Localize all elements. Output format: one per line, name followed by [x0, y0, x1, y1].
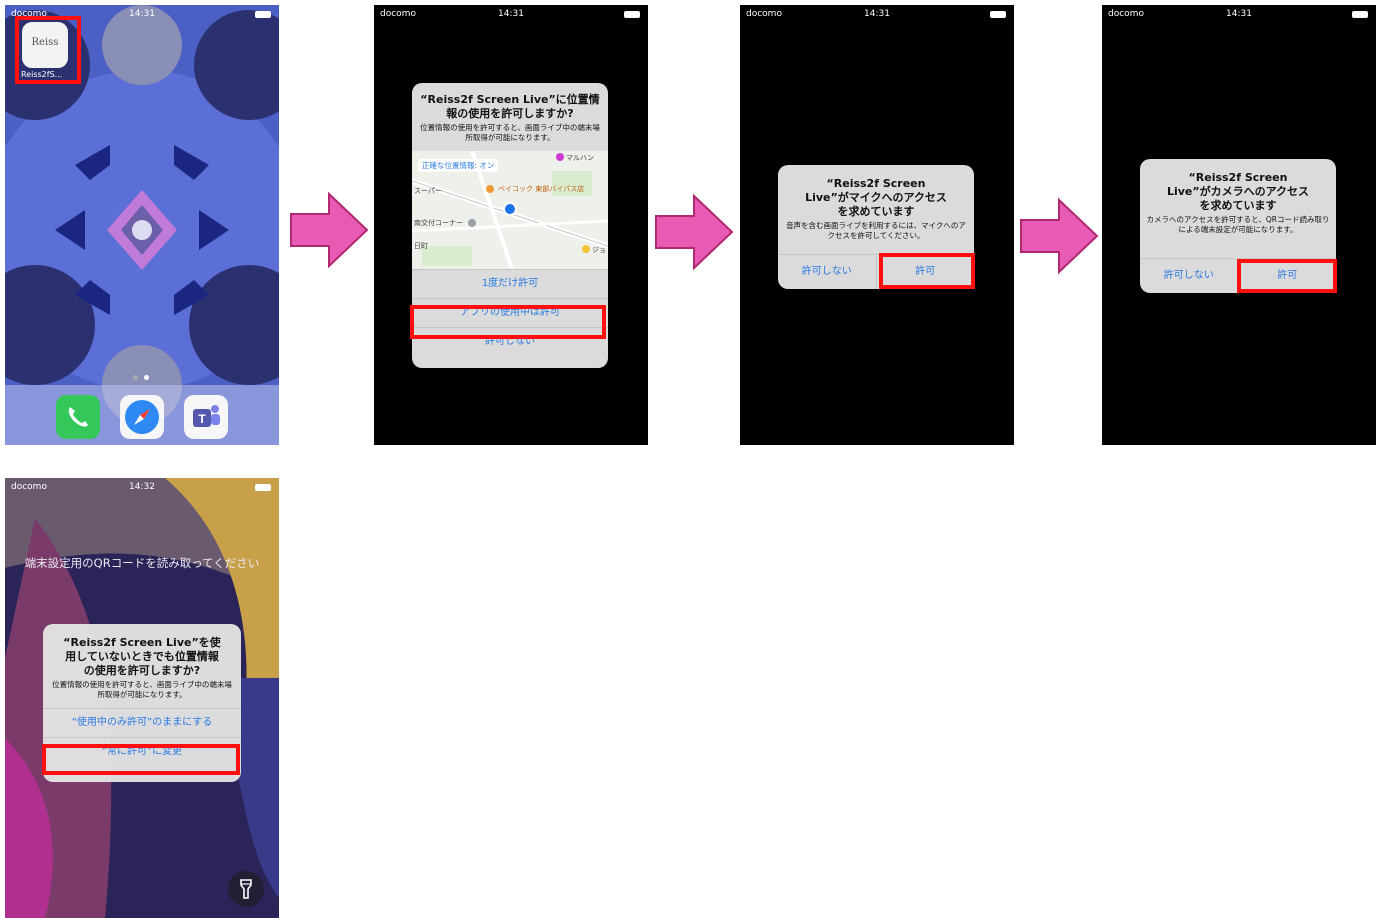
- battery-icon: [255, 11, 271, 18]
- battery-icon: [990, 11, 1006, 18]
- dont-allow-button[interactable]: 許可しない: [778, 255, 877, 289]
- status-bar: docomo 14:32: [5, 478, 279, 498]
- teams-icon[interactable]: T: [184, 395, 228, 439]
- location-map: 正確な位置情報: オン ベイコック 東部バイパス店 スーパー 南交付コーナー 日…: [412, 151, 608, 269]
- flashlight-button[interactable]: [228, 871, 264, 907]
- phone-location-permission: docomo 14:31 “Reiss2f Screen Live”に位置情報の…: [374, 5, 648, 445]
- status-bar: docomo 14:31: [1102, 5, 1376, 25]
- clock: 14:31: [864, 9, 890, 19]
- precise-location-label[interactable]: 正確な位置情報: オン: [418, 159, 499, 172]
- keep-while-using-button[interactable]: “使用中のみ許可”のままにする: [43, 708, 241, 737]
- dialog-message: カメラへのアクセスを許可すると、QRコード読み取りによる端末設定が可能になります…: [1146, 215, 1330, 234]
- highlight-always-allow: [42, 744, 240, 775]
- dialog-message: 位置情報の使用を許可すると、画面ライブ中の端末場所取得が可能になります。: [420, 123, 600, 142]
- highlight-allow-while-using: [410, 305, 606, 339]
- next-step-arrow: [1020, 197, 1099, 275]
- battery-icon: [624, 11, 640, 18]
- dialog-title: “Reiss2f Screen Live”を使用していないときでも位置情報の使用…: [63, 636, 221, 677]
- highlight-allow-mic: [879, 253, 975, 289]
- highlight-app-icon: [15, 16, 81, 84]
- clock: 14:31: [498, 9, 524, 19]
- allow-once-button[interactable]: 1度だけ許可: [412, 269, 608, 298]
- phone-home-screen: docomo 14:31 Reiss Reiss2fS... T: [5, 5, 279, 445]
- svg-text:T: T: [198, 412, 206, 426]
- phone-always-allow-location: docomo 14:32 端末設定用のQRコードを読み取ってください “Reis…: [5, 478, 279, 918]
- dont-allow-button[interactable]: 許可しない: [1140, 259, 1239, 293]
- phone-camera-permission: docomo 14:31 “Reiss2f Screen Live”がカメラへの…: [1102, 5, 1376, 445]
- dock: T: [5, 385, 279, 445]
- highlight-allow-camera: [1237, 259, 1337, 293]
- dialog-message: 音声を含む画面ライブを利用するには、マイクへのアクセスを許可してください。: [786, 221, 966, 240]
- dialog-title: “Reiss2f Screen Live”に位置情報の使用を許可しますか?: [420, 93, 600, 120]
- page-dots: [130, 375, 154, 381]
- status-bar: docomo 14:31: [374, 5, 648, 25]
- map-place-label: 日町: [414, 242, 428, 250]
- safari-icon[interactable]: [120, 395, 164, 439]
- clock: 14:32: [129, 482, 155, 492]
- phone-microphone-permission: docomo 14:31 “Reiss2f Screen Live”がマイクへの…: [740, 5, 1014, 445]
- map-place-label: ジョ: [592, 246, 606, 254]
- dialog-message: 位置情報の使用を許可すると、画面ライブ中の端末場所取得が可能になります。: [52, 680, 232, 699]
- flashlight-icon: [240, 879, 252, 899]
- next-step-arrow: [655, 193, 734, 271]
- map-place-label: 南交付コーナー: [414, 219, 463, 227]
- scan-prompt: 端末設定用のQRコードを読み取ってください: [24, 556, 260, 570]
- status-bar: docomo 14:31: [740, 5, 1014, 25]
- dialog-title: “Reiss2f Screen Live”がマイクへのアクセスを求めています: [805, 177, 947, 218]
- battery-icon: [1352, 11, 1368, 18]
- dialog-title: “Reiss2f Screen Live”がカメラへのアクセスを求めています: [1166, 171, 1310, 212]
- map-place-label: ベイコック 東部バイパス店: [498, 185, 585, 193]
- clock: 14:31: [1226, 9, 1252, 19]
- next-step-arrow: [290, 191, 369, 269]
- phone-app-icon[interactable]: [56, 395, 100, 439]
- map-place-label: スーパー: [414, 187, 442, 195]
- battery-icon: [255, 484, 271, 491]
- map-place-label: マルハン: [566, 154, 594, 162]
